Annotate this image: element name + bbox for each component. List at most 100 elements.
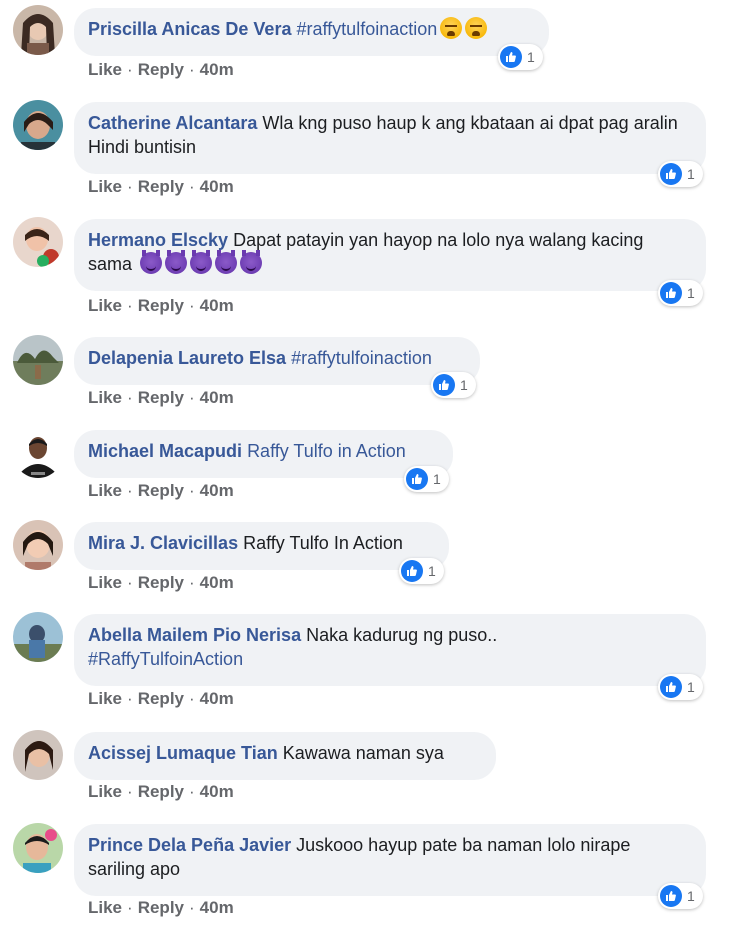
hashtag-link[interactable]: #raffytulfoinaction xyxy=(291,348,432,368)
avatar[interactable] xyxy=(13,335,63,385)
reaction-number: 1 xyxy=(428,563,436,579)
timestamp[interactable]: 40m xyxy=(200,296,234,315)
separator: · xyxy=(189,177,195,196)
comment-author[interactable]: Acissej Lumaque Tian xyxy=(88,743,278,763)
comment-bubble: Catherine Alcantara Wla kng puso haup k … xyxy=(74,102,706,174)
avatar[interactable] xyxy=(13,730,63,780)
timestamp[interactable]: 40m xyxy=(200,481,234,500)
reaction-count[interactable]: 1 xyxy=(431,372,476,398)
thumbs-up-icon xyxy=(660,885,682,907)
comment-author[interactable]: Catherine Alcantara xyxy=(88,113,257,133)
reply-link[interactable]: Reply xyxy=(138,388,184,407)
separator: · xyxy=(127,388,133,407)
reaction-number: 1 xyxy=(687,679,695,695)
reply-link[interactable]: Reply xyxy=(138,898,184,917)
hashtag-link[interactable]: #RaffyTulfoinAction xyxy=(88,649,243,669)
avatar[interactable] xyxy=(13,217,63,267)
reply-link[interactable]: Reply xyxy=(138,573,184,592)
like-link[interactable]: Like xyxy=(88,60,122,79)
smiling-face-with-horns-icon xyxy=(190,250,213,274)
reaction-count[interactable]: 1 xyxy=(498,44,543,70)
hashtag-link[interactable]: #raffytulfoinaction xyxy=(296,19,437,39)
timestamp[interactable]: 40m xyxy=(200,782,234,801)
reply-link[interactable]: Reply xyxy=(138,296,184,315)
reaction-count[interactable]: 1 xyxy=(658,161,703,187)
comment-actions: Like · Reply · 40m xyxy=(88,898,234,918)
separator: · xyxy=(189,388,195,407)
like-link[interactable]: Like xyxy=(88,296,122,315)
reaction-count[interactable]: 1 xyxy=(399,558,444,584)
reply-link[interactable]: Reply xyxy=(138,177,184,196)
reaction-count[interactable]: 1 xyxy=(658,883,703,909)
reaction-count[interactable]: 1 xyxy=(658,280,703,306)
comment-author[interactable]: Abella Mailem Pio Nerisa xyxy=(88,625,301,645)
avatar[interactable] xyxy=(13,823,63,873)
comment-author[interactable]: Prince Dela Peña Javier xyxy=(88,835,291,855)
comment-author[interactable]: Hermano Elscky xyxy=(88,230,228,250)
comment-author[interactable]: Delapenia Laureto Elsa xyxy=(88,348,286,368)
timestamp[interactable]: 40m xyxy=(200,177,234,196)
separator: · xyxy=(127,689,133,708)
separator: · xyxy=(127,60,133,79)
comment-author[interactable]: Michael Macapudi xyxy=(88,441,242,461)
comment-actions: Like · Reply · 40m xyxy=(88,177,234,197)
crying-face-icon xyxy=(440,17,463,39)
separator: · xyxy=(127,177,133,196)
avatar[interactable] xyxy=(13,5,63,55)
thumbs-up-icon xyxy=(433,374,455,396)
like-link[interactable]: Like xyxy=(88,573,122,592)
comment-actions: Like · Reply · 40m xyxy=(88,60,234,80)
like-link[interactable]: Like xyxy=(88,177,122,196)
thumbs-up-icon xyxy=(401,560,423,582)
thumbs-up-icon xyxy=(660,163,682,185)
reply-link[interactable]: Reply xyxy=(138,60,184,79)
like-link[interactable]: Like xyxy=(88,388,122,407)
separator: · xyxy=(189,296,195,315)
like-link[interactable]: Like xyxy=(88,481,122,500)
reaction-count[interactable]: 1 xyxy=(404,466,449,492)
thumbs-up-icon xyxy=(406,468,428,490)
comment-actions: Like · Reply · 40m xyxy=(88,689,234,709)
like-link[interactable]: Like xyxy=(88,782,122,801)
separator: · xyxy=(189,60,195,79)
timestamp[interactable]: 40m xyxy=(200,60,234,79)
reply-link[interactable]: Reply xyxy=(138,481,184,500)
reaction-number: 1 xyxy=(433,471,441,487)
comment-author[interactable]: Priscilla Anicas De Vera xyxy=(88,19,291,39)
timestamp[interactable]: 40m xyxy=(200,573,234,592)
separator: · xyxy=(189,898,195,917)
comment-bubble: Abella Mailem Pio Nerisa Naka kadurug ng… xyxy=(74,614,706,686)
page-link[interactable]: Raffy Tulfo in Action xyxy=(247,441,406,461)
like-link[interactable]: Like xyxy=(88,898,122,917)
comment-bubble: Mira J. Clavicillas Raffy Tulfo In Actio… xyxy=(74,522,449,570)
comment-bubble: Prince Dela Peña Javier Juskooo hayup pa… xyxy=(74,824,706,896)
thumbs-up-icon xyxy=(500,46,522,68)
avatar[interactable] xyxy=(13,428,63,478)
reaction-count[interactable]: 1 xyxy=(658,674,703,700)
reply-link[interactable]: Reply xyxy=(138,689,184,708)
reaction-number: 1 xyxy=(687,888,695,904)
comment-text: Kawawa naman sya xyxy=(282,743,444,763)
avatar[interactable] xyxy=(13,520,63,570)
reaction-number: 1 xyxy=(527,49,535,65)
comment-bubble: Delapenia Laureto Elsa #raffytulfoinacti… xyxy=(74,337,480,385)
comment-author[interactable]: Mira J. Clavicillas xyxy=(88,533,238,553)
reply-link[interactable]: Reply xyxy=(138,782,184,801)
separator: · xyxy=(127,782,133,801)
avatar[interactable] xyxy=(13,100,63,150)
timestamp[interactable]: 40m xyxy=(200,388,234,407)
thumbs-up-icon xyxy=(660,676,682,698)
separator: · xyxy=(189,782,195,801)
avatar[interactable] xyxy=(13,612,63,662)
smiling-face-with-horns-icon xyxy=(140,250,163,274)
smiling-face-with-horns-icon xyxy=(165,250,188,274)
smiling-face-with-horns-icon xyxy=(240,250,263,274)
timestamp[interactable]: 40m xyxy=(200,898,234,917)
like-link[interactable]: Like xyxy=(88,689,122,708)
timestamp[interactable]: 40m xyxy=(200,689,234,708)
comment-bubble: Priscilla Anicas De Vera #raffytulfoinac… xyxy=(74,8,549,56)
smiling-face-with-horns-icon xyxy=(215,250,238,274)
separator: · xyxy=(189,481,195,500)
separator: · xyxy=(127,573,133,592)
comment-bubble: Acissej Lumaque Tian Kawawa naman sya xyxy=(74,732,496,780)
